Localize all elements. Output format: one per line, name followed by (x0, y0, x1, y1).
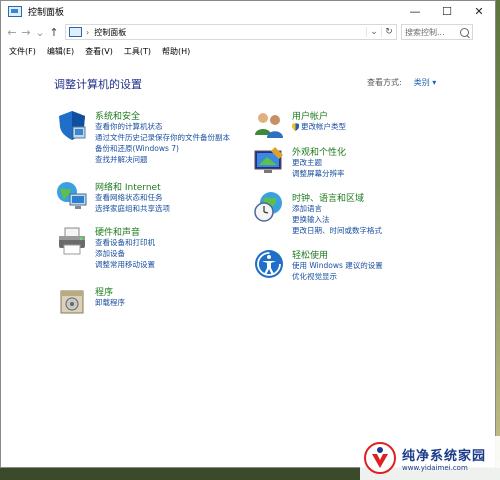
breadcrumb-control-panel[interactable]: 控制面板 (94, 27, 366, 38)
network-globe-icon[interactable] (56, 180, 88, 212)
menu-view[interactable]: 查看(V) (85, 46, 113, 57)
watermark-logo-icon (364, 442, 396, 474)
link-troubleshoot[interactable]: 查找并解决问题 (95, 154, 230, 165)
refresh-button[interactable]: ↻ (381, 27, 396, 37)
users-icon[interactable] (253, 109, 285, 141)
link-date-time-format[interactable]: 更改日期、时间或数字格式 (292, 225, 382, 236)
link-mobility-settings[interactable]: 调整常用移动设置 (95, 259, 155, 270)
programs-icon[interactable] (56, 285, 88, 317)
view-by-label: 查看方式: (367, 78, 402, 87)
minimize-button[interactable]: — (399, 1, 431, 21)
control-panel-icon (8, 5, 22, 17)
link-backup-restore[interactable]: 备份和还原(Windows 7) (95, 143, 230, 154)
watermark-url: www.yidaimei.com (402, 463, 468, 472)
appearance-icon[interactable] (253, 145, 285, 177)
link-network-status[interactable]: 查看网络状态和任务 (95, 192, 170, 203)
view-by-dropdown[interactable]: 类别 ▾ (409, 76, 441, 89)
search-input[interactable] (405, 27, 455, 37)
link-screen-resolution[interactable]: 调整屏幕分辨率 (292, 168, 345, 179)
link-add-language[interactable]: 添加语言 (292, 203, 382, 214)
uac-shield-icon (292, 122, 299, 131)
watermark: 纯净系统家园 www.yidaimei.com (360, 436, 500, 480)
menu-bar: 文件(F) 编辑(E) 查看(V) 工具(T) 帮助(H) (1, 43, 495, 59)
link-change-input-method[interactable]: 更换输入法 (292, 214, 382, 225)
up-button[interactable]: ↑ (47, 26, 61, 39)
menu-file[interactable]: 文件(F) (9, 46, 36, 57)
title-bar: 控制面板 — ☐ ✕ (1, 1, 495, 21)
link-recommended-settings[interactable]: 使用 Windows 建议的设置 (292, 260, 383, 271)
menu-edit[interactable]: 编辑(E) (47, 46, 74, 57)
control-panel-window: 控制面板 — ☐ ✕ ← → ⌄ ↑ › 控制面板 ⌄ ↻ 文件(F) 编辑(E… (0, 0, 496, 468)
link-devices-printers[interactable]: 查看设备和打印机 (95, 237, 155, 248)
link-optimize-visual-display[interactable]: 优化视觉显示 (292, 271, 383, 282)
breadcrumb-separator[interactable]: › (86, 28, 89, 37)
ease-of-access-icon[interactable] (253, 248, 285, 280)
search-icon[interactable] (460, 27, 469, 37)
recent-locations-dropdown[interactable]: ⌄ (33, 26, 47, 39)
watermark-title: 纯净系统家园 (402, 448, 487, 464)
main-content: 调整计算机的设置 查看方式: 类别 ▾ 系统和安全 查看你的计算机状态 通过文件… (1, 59, 495, 467)
maximize-button[interactable]: ☐ (431, 1, 463, 21)
window-title: 控制面板 (28, 7, 65, 18)
control-panel-icon (69, 27, 82, 37)
close-button[interactable]: ✕ (463, 1, 495, 21)
link-change-theme[interactable]: 更改主题 (292, 157, 345, 168)
printer-icon[interactable] (56, 225, 88, 257)
view-by: 查看方式: 类别 ▾ (367, 76, 441, 89)
shield-icon[interactable] (56, 109, 88, 141)
search-box[interactable] (401, 24, 473, 40)
clock-globe-icon[interactable] (253, 191, 285, 223)
link-file-history[interactable]: 通过文件历史记录保存你的文件备份副本 (95, 132, 230, 143)
link-homegroup-sharing[interactable]: 选择家庭组和共享选项 (95, 203, 170, 214)
link-change-account-type[interactable]: 更改帐户类型 (301, 121, 346, 132)
menu-tools[interactable]: 工具(T) (124, 46, 151, 57)
address-dropdown-button[interactable]: ⌄ (366, 27, 381, 37)
address-row: ← → ⌄ ↑ › 控制面板 ⌄ ↻ (1, 21, 495, 43)
back-button[interactable]: ← (5, 26, 19, 39)
forward-button[interactable]: → (19, 26, 33, 39)
link-change-account-type-row: 更改帐户类型 (292, 121, 346, 132)
menu-help[interactable]: 帮助(H) (162, 46, 190, 57)
link-add-device[interactable]: 添加设备 (95, 248, 155, 259)
link-uninstall-program[interactable]: 卸载程序 (95, 297, 125, 308)
address-bar[interactable]: › 控制面板 ⌄ ↻ (65, 24, 397, 40)
link-view-computer-status[interactable]: 查看你的计算机状态 (95, 121, 230, 132)
page-title: 调整计算机的设置 (54, 78, 142, 91)
